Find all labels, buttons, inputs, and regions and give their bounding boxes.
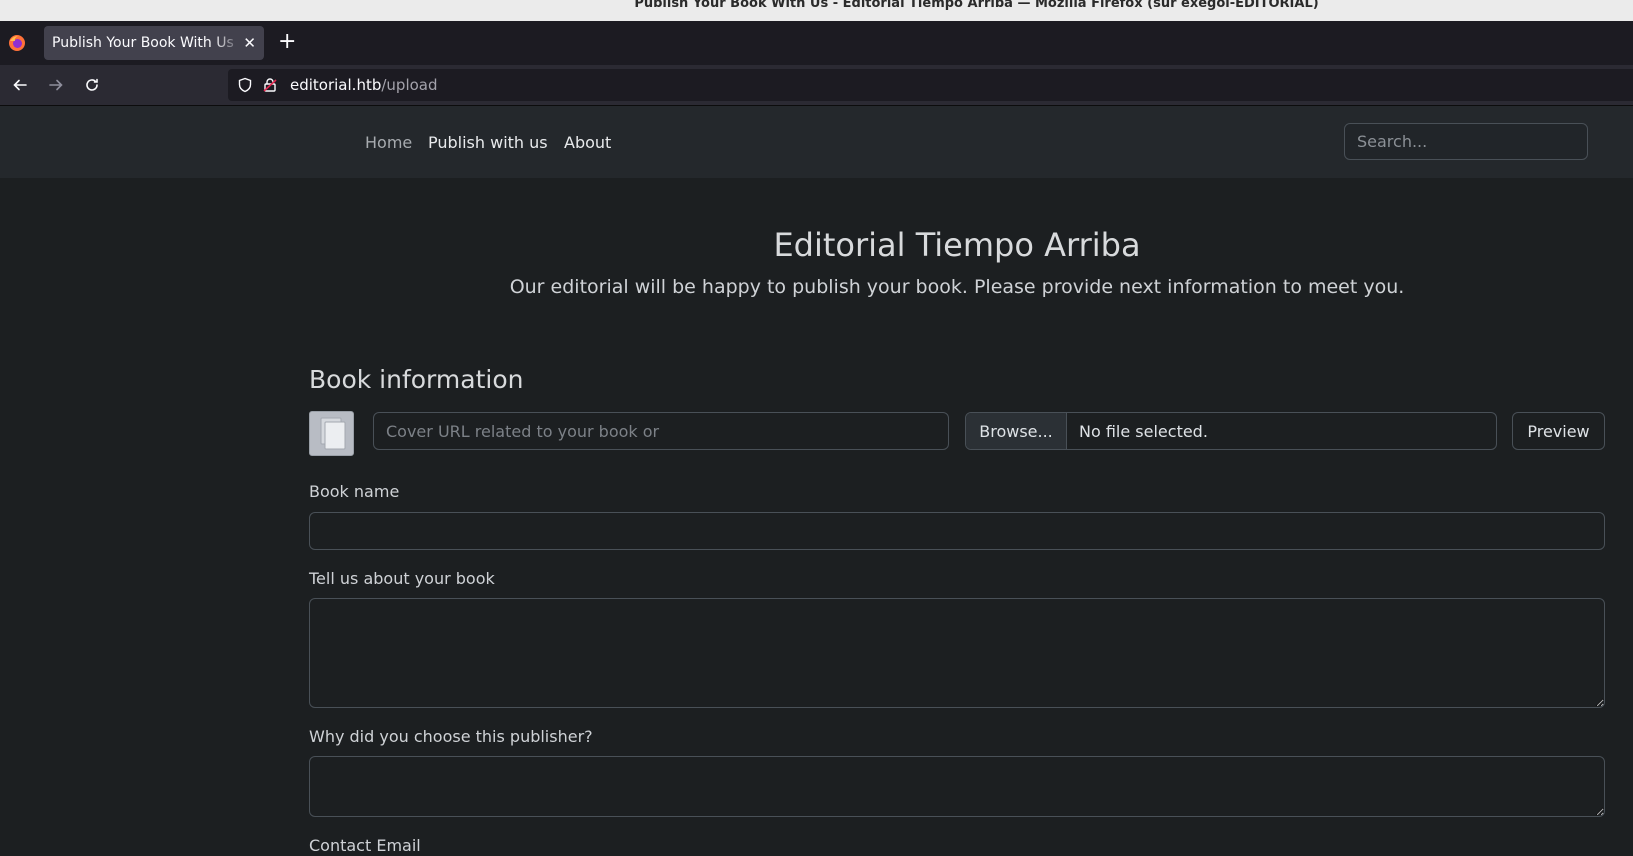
cover-file-input[interactable]: Browse... No file selected. bbox=[965, 412, 1497, 450]
url-host: editorial.htb bbox=[290, 76, 382, 94]
why-publisher-label: Why did you choose this publisher? bbox=[309, 727, 593, 746]
site-navbar: Home Publish with us About bbox=[0, 106, 1633, 178]
firefox-icon bbox=[9, 35, 25, 51]
book-about-label: Tell us about your book bbox=[309, 569, 495, 588]
page-subtitle: Our editorial will be happy to publish y… bbox=[509, 276, 1405, 298]
preview-button[interactable]: Preview bbox=[1512, 412, 1605, 450]
url-path: /upload bbox=[381, 76, 438, 94]
window-title: Publish Your Book With Us - Editorial Ti… bbox=[634, 0, 1319, 11]
browser-toolbar: editorial.htb/upload bbox=[0, 65, 1633, 106]
tab-strip: Publish Your Book With Us ✕ + bbox=[0, 21, 1633, 65]
window-titlebar: Publish Your Book With Us - Editorial Ti… bbox=[0, 0, 1633, 22]
tracking-shield-icon[interactable] bbox=[237, 77, 253, 93]
why-publisher-textarea[interactable] bbox=[309, 756, 1605, 817]
nav-link-about[interactable]: About bbox=[564, 133, 611, 153]
book-name-input[interactable] bbox=[309, 512, 1605, 550]
book-about-textarea[interactable] bbox=[309, 598, 1605, 708]
book-name-label: Book name bbox=[309, 482, 400, 501]
tab-title: Publish Your Book With Us bbox=[52, 35, 234, 51]
reload-icon[interactable] bbox=[80, 73, 104, 97]
contact-email-label: Contact Email bbox=[309, 836, 421, 855]
book-cover-placeholder-icon bbox=[320, 417, 346, 450]
new-tab-icon[interactable]: + bbox=[278, 30, 296, 54]
cover-preview-image bbox=[309, 411, 354, 456]
close-tab-icon[interactable]: ✕ bbox=[243, 35, 256, 51]
browser-tab-active[interactable]: Publish Your Book With Us ✕ bbox=[44, 26, 264, 60]
search-input[interactable] bbox=[1344, 123, 1588, 160]
insecure-lock-icon[interactable] bbox=[262, 77, 278, 93]
nav-link-home[interactable]: Home bbox=[365, 133, 412, 153]
nav-link-publish[interactable]: Publish with us bbox=[428, 133, 548, 153]
section-title: Book information bbox=[309, 365, 524, 394]
forward-icon[interactable] bbox=[44, 73, 68, 97]
back-icon[interactable] bbox=[8, 73, 32, 97]
url-bar[interactable]: editorial.htb/upload bbox=[228, 69, 1633, 101]
page-title: Editorial Tiempo Arriba bbox=[773, 226, 1141, 264]
file-status: No file selected. bbox=[1079, 421, 1208, 441]
cover-url-input[interactable] bbox=[373, 412, 949, 450]
browse-button[interactable]: Browse... bbox=[966, 413, 1067, 449]
